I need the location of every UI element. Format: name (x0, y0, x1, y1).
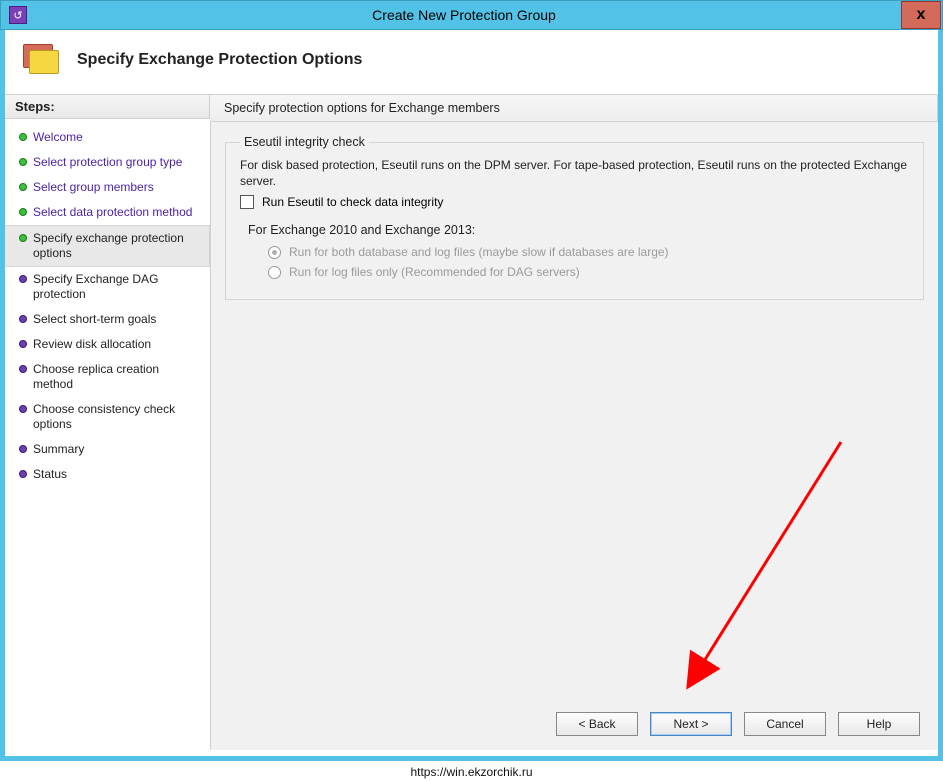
step-item-6: Select short-term goals (5, 307, 210, 332)
step-label: Welcome (33, 130, 83, 145)
step-item-7: Review disk allocation (5, 332, 210, 357)
run-eseutil-label: Run Eseutil to check data integrity (262, 195, 443, 209)
group-legend: Eseutil integrity check (240, 135, 369, 149)
run-eseutil-checkbox[interactable] (240, 195, 254, 209)
step-item-1[interactable]: Select protection group type (5, 150, 210, 175)
step-item-4: Specify exchange protection options (5, 225, 210, 267)
source-url: https://win.ekzorchik.ru (0, 765, 943, 779)
step-bullet-icon (19, 275, 27, 283)
step-label: Select group members (33, 180, 154, 195)
titlebar: ↺ Create New Protection Group x (0, 0, 943, 30)
step-label: Status (33, 467, 67, 482)
eseutil-group: Eseutil integrity check For disk based p… (225, 142, 924, 300)
wizard-buttons: < Back Next > Cancel Help (556, 712, 920, 736)
step-label: Review disk allocation (33, 337, 151, 352)
step-bullet-icon (19, 315, 27, 323)
steps-heading: Steps: (5, 94, 210, 119)
annotation-arrow-icon (631, 432, 911, 712)
step-label: Specify exchange protection options (33, 231, 201, 261)
radio-both (268, 246, 281, 259)
main-body: Eseutil integrity check For disk based p… (210, 122, 938, 750)
step-bullet-icon (19, 405, 27, 413)
step-label: Select data protection method (33, 205, 192, 220)
group-description: For disk based protection, Eseutil runs … (240, 157, 909, 189)
step-label: Select short-term goals (33, 312, 156, 327)
cancel-button[interactable]: Cancel (744, 712, 826, 736)
radio-logonly-label: Run for log files only (Recommended for … (289, 265, 580, 279)
step-bullet-icon (19, 208, 27, 216)
close-button[interactable]: x (901, 1, 941, 29)
window-title: Create New Protection Group (27, 7, 901, 23)
step-item-2[interactable]: Select group members (5, 175, 210, 200)
radio-logonly-row: Run for log files only (Recommended for … (268, 265, 909, 279)
step-bullet-icon (19, 183, 27, 191)
step-bullet-icon (19, 133, 27, 141)
step-bullet-icon (19, 234, 27, 242)
step-bullet-icon (19, 340, 27, 348)
run-eseutil-checkbox-row[interactable]: Run Eseutil to check data integrity (240, 195, 909, 209)
step-bullet-icon (19, 445, 27, 453)
radio-both-row: Run for both database and log files (may… (268, 245, 909, 259)
step-bullet-icon (19, 365, 27, 373)
window-body: Specify Exchange Protection Options Step… (0, 30, 943, 761)
step-bullet-icon (19, 158, 27, 166)
main-panel: Specify protection options for Exchange … (210, 94, 938, 750)
step-item-9: Choose consistency check options (5, 397, 210, 437)
wizard-header: Specify Exchange Protection Options (5, 30, 938, 94)
step-label: Choose replica creation method (33, 362, 202, 392)
app-icon: ↺ (9, 6, 27, 24)
step-item-0[interactable]: Welcome (5, 125, 210, 150)
step-item-11: Status (5, 462, 210, 487)
step-item-5: Specify Exchange DAG protection (5, 267, 210, 307)
step-item-10: Summary (5, 437, 210, 462)
back-button[interactable]: < Back (556, 712, 638, 736)
step-label: Select protection group type (33, 155, 182, 170)
page-title: Specify Exchange Protection Options (77, 51, 362, 69)
next-button[interactable]: Next > (650, 712, 732, 736)
steps-sidebar: Steps: Welcome Select protection group ty… (5, 94, 210, 750)
step-bullet-icon (19, 470, 27, 478)
step-label: Summary (33, 442, 84, 457)
step-list: Welcome Select protection group type Selec… (5, 119, 210, 487)
radio-logonly (268, 266, 281, 279)
folders-icon (23, 44, 59, 76)
step-label: Specify Exchange DAG protection (33, 272, 202, 302)
main-heading: Specify protection options for Exchange … (210, 94, 938, 122)
radio-both-label: Run for both database and log files (may… (289, 245, 669, 259)
step-item-8: Choose replica creation method (5, 357, 210, 397)
exchange-version-heading: For Exchange 2010 and Exchange 2013: (248, 223, 909, 237)
step-label: Choose consistency check options (33, 402, 202, 432)
step-item-3[interactable]: Select data protection method (5, 200, 210, 225)
help-button[interactable]: Help (838, 712, 920, 736)
